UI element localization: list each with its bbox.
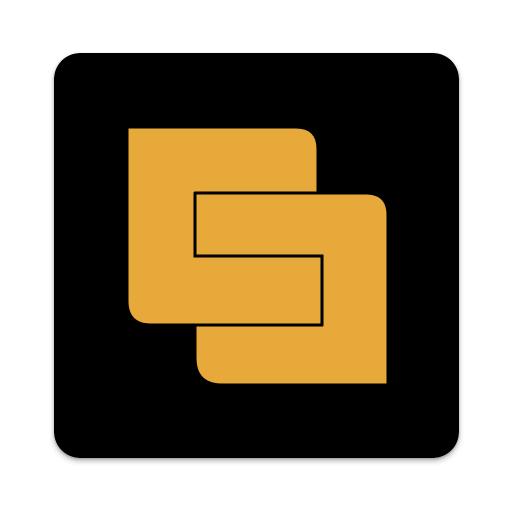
app-icon[interactable] (54, 53, 459, 458)
interlocking-blocks-logo-icon (54, 53, 459, 458)
icon-stage (0, 0, 512, 512)
